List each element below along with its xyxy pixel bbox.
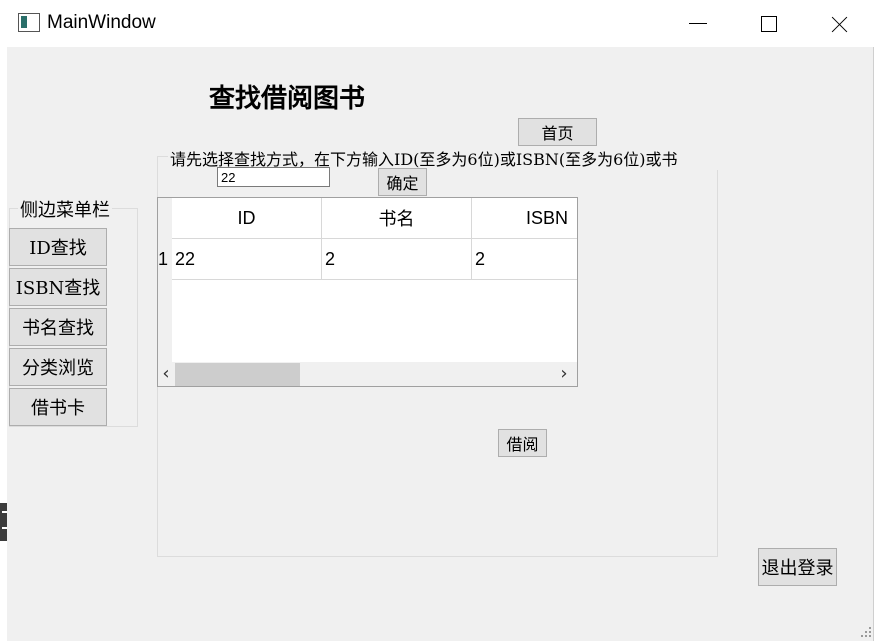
table-cell-id[interactable]: 22 — [172, 239, 322, 280]
chevron-right-icon[interactable]: › — [556, 362, 572, 386]
resize-grip-icon[interactable] — [861, 627, 871, 637]
window-title: MainWindow — [47, 12, 156, 33]
column-header-id[interactable]: ID — [172, 198, 322, 239]
table-cell-title[interactable]: 2 — [322, 239, 472, 280]
home-button[interactable]: 首页 — [518, 118, 597, 146]
logout-button[interactable]: 退出登录 — [758, 548, 837, 586]
confirm-button[interactable]: 确定 — [378, 168, 427, 196]
row-number[interactable]: 1 — [158, 239, 172, 280]
search-input[interactable] — [217, 167, 330, 187]
maximize-icon[interactable] — [733, 0, 803, 47]
left-edge-marker — [0, 503, 7, 541]
page-title: 查找借阅图书 — [209, 84, 366, 114]
horizontal-scrollbar[interactable]: ‹ › — [158, 362, 577, 386]
column-header-title[interactable]: 书名 — [322, 198, 472, 239]
sidebar-item-library-card[interactable]: 借书卡 — [9, 388, 107, 426]
chevron-left-icon[interactable]: ‹ — [158, 362, 174, 386]
sidebar-item-title-search[interactable]: 书名查找 — [9, 308, 107, 346]
window-frame-left — [0, 0, 7, 641]
borrow-button[interactable]: 借阅 — [498, 429, 547, 457]
row-header-column — [158, 198, 172, 362]
title-bar[interactable]: MainWindow — [0, 0, 877, 47]
window-frame-right — [873, 0, 877, 641]
sidebar-item-category-browse[interactable]: 分类浏览 — [9, 348, 107, 386]
column-header-isbn[interactable]: ISBN — [472, 198, 577, 239]
minimize-icon[interactable] — [663, 0, 733, 47]
app-window-icon — [18, 13, 40, 32]
sidebar-title: 侧边菜单栏 — [18, 196, 112, 222]
table-cell-isbn[interactable]: 2 — [472, 239, 577, 280]
sidebar-item-id-search[interactable]: ID查找 — [9, 228, 107, 266]
results-table[interactable]: ID 书名 ISBN 1 22 2 2 ‹ › — [157, 197, 578, 387]
sidebar-item-isbn-search[interactable]: ISBN查找 — [9, 268, 107, 306]
close-icon[interactable] — [804, 0, 874, 47]
scroll-thumb[interactable] — [175, 363, 300, 386]
